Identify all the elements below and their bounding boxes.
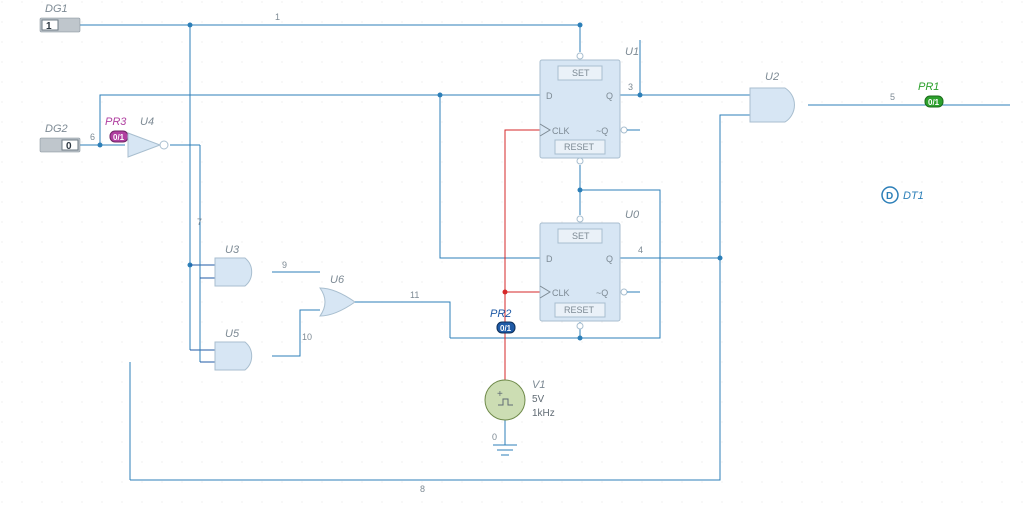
net-0: 0 (492, 432, 497, 442)
u1-d: D (546, 91, 553, 101)
grid (0, 0, 1024, 508)
pr1-label: PR1 (918, 81, 939, 93)
u1-reset: RESET (564, 142, 595, 152)
net-9: 9 (282, 260, 287, 270)
u0-d: D (546, 254, 553, 264)
pr1-badge: 0/1 (928, 98, 940, 107)
net-3: 3 (628, 82, 633, 92)
v1-label: V1 (532, 379, 545, 391)
u1-label: U1 (625, 46, 639, 58)
u6-label: U6 (330, 274, 345, 286)
pr2-label: PR2 (490, 308, 511, 320)
u2-label: U2 (765, 71, 779, 83)
net-5: 5 (890, 92, 895, 102)
u1-clk: CLK (552, 126, 570, 136)
u0-label: U0 (625, 209, 640, 221)
u0-q: Q (606, 254, 613, 264)
net-11: 11 (410, 290, 419, 300)
v1-freq: 1kHz (532, 408, 555, 419)
u1-nq: ~Q (596, 126, 608, 136)
net-8: 8 (420, 484, 425, 494)
u4-label: U4 (140, 116, 154, 128)
u0-reset: RESET (564, 305, 595, 315)
schematic-canvas[interactable]: 9 10 11 3 4 8 (0, 0, 1024, 508)
pr3-badge: 0/1 (113, 133, 125, 142)
u5-label: U5 (225, 328, 240, 340)
u0-nq: ~Q (596, 288, 608, 298)
dt1-letter: D (886, 191, 893, 202)
dg2-label: DG2 (45, 123, 68, 135)
u0-set: SET (572, 231, 590, 241)
dg1-label: DG1 (45, 3, 68, 15)
u1-q: Q (606, 91, 613, 101)
dg1-value: 1 (46, 21, 52, 32)
net-6: 6 (90, 132, 95, 142)
u0-clk: CLK (552, 288, 570, 298)
net-10: 10 (302, 332, 312, 342)
net-4: 4 (638, 245, 643, 255)
svg-text:+: + (497, 389, 503, 400)
pr3-label: PR3 (105, 116, 127, 128)
u3-label: U3 (225, 244, 240, 256)
dt1-label: DT1 (903, 190, 924, 202)
pr2-badge: 0/1 (500, 324, 512, 333)
net-7: 7 (197, 217, 202, 227)
dg2-value: 0 (66, 141, 72, 152)
net-1: 1 (275, 12, 280, 22)
u1-set: SET (572, 68, 590, 78)
v1-voltage: 5V (532, 394, 545, 405)
